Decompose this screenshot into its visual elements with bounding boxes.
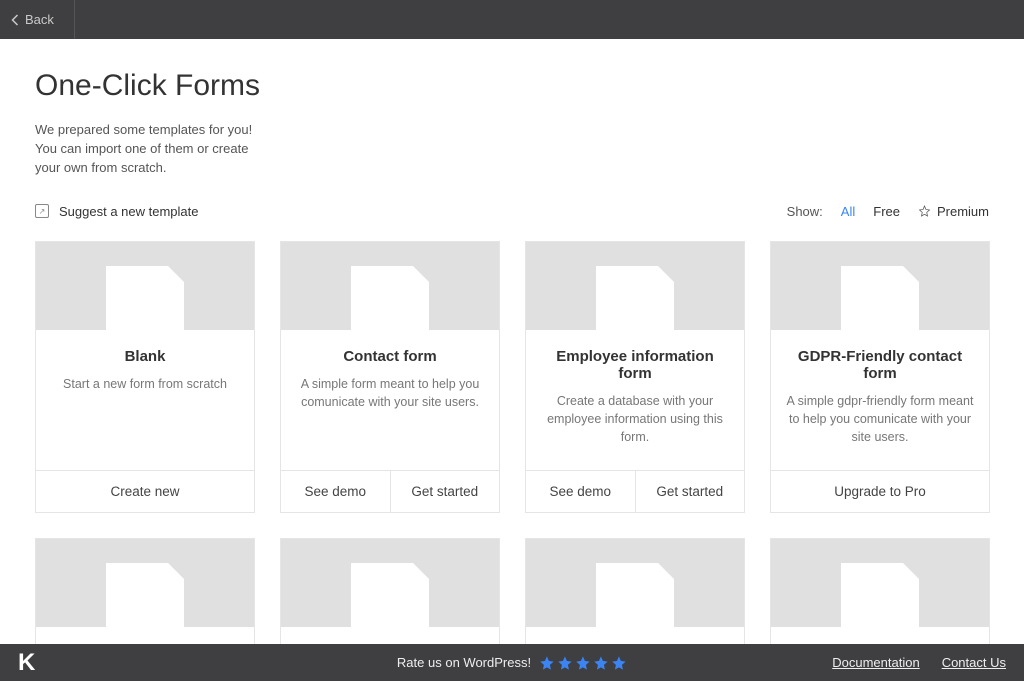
template-thumb — [36, 242, 254, 330]
star-icon — [539, 655, 555, 671]
page-intro: We prepared some templates for you! You … — [35, 121, 275, 178]
template-grid: Blank Start a new form from scratch Crea… — [35, 241, 989, 644]
template-desc: A simple gdpr-friendly form meant to hel… — [785, 392, 975, 446]
page-title: One-Click Forms — [35, 69, 989, 103]
get-started-button[interactable]: Get started — [390, 471, 500, 512]
suggest-template-link[interactable]: ↗ Suggest a new template — [35, 204, 198, 219]
template-thumb — [771, 539, 989, 627]
template-thumb — [281, 539, 499, 627]
star-icon — [557, 655, 573, 671]
get-started-button[interactable]: Get started — [635, 471, 745, 512]
template-title: Contact form — [295, 348, 485, 365]
contact-us-link[interactable]: Contact Us — [942, 655, 1006, 670]
create-new-button[interactable]: Create new — [36, 471, 254, 512]
template-body: Blank Start a new form from scratch — [36, 330, 254, 470]
star-icon — [593, 655, 609, 671]
template-body: Employee information form Create a datab… — [526, 330, 744, 470]
filter-show-label: Show: — [787, 204, 823, 219]
suggest-icon: ↗ — [35, 204, 49, 218]
template-body: GDPR-Friendly contact form A simple gdpr… — [771, 330, 989, 470]
template-card-employee: Employee information form Create a datab… — [525, 241, 745, 513]
template-body: Job application — [771, 627, 989, 644]
filter-bar: Show: All Free Premium — [787, 204, 989, 219]
upgrade-pro-button[interactable]: Upgrade to Pro — [771, 471, 989, 512]
template-card-blank: Blank Start a new form from scratch Crea… — [35, 241, 255, 513]
template-thumb — [526, 539, 744, 627]
template-card-job: Job application — [770, 538, 990, 644]
document-icon — [841, 266, 919, 330]
brand-logo: K — [18, 649, 33, 677]
template-actions: See demo Get started — [526, 470, 744, 512]
template-actions: Create new — [36, 470, 254, 512]
template-thumb — [281, 242, 499, 330]
chevron-left-icon — [10, 14, 19, 26]
template-card-art: Art contest — [525, 538, 745, 644]
filter-premium[interactable]: Premium — [918, 204, 989, 219]
documentation-link[interactable]: Documentation — [832, 655, 919, 670]
filter-all[interactable]: All — [841, 204, 855, 219]
template-title: GDPR-Friendly contact form — [785, 348, 975, 382]
see-demo-button[interactable]: See demo — [526, 471, 635, 512]
template-title: Employee information form — [540, 348, 730, 382]
rate-us[interactable]: Rate us on WordPress! — [397, 655, 627, 671]
star-icon — [575, 655, 591, 671]
template-desc: A simple form meant to help you comunica… — [295, 375, 485, 411]
toolbar: ↗ Suggest a new template Show: All Free … — [35, 204, 989, 219]
template-thumb — [771, 242, 989, 330]
template-body: Appointment form — [36, 627, 254, 644]
document-icon — [596, 266, 674, 330]
footer-bar: K Rate us on WordPress! Documentation Co… — [0, 644, 1024, 681]
template-thumb — [36, 539, 254, 627]
template-title: Blank — [50, 348, 240, 365]
rate-label: Rate us on WordPress! — [397, 655, 531, 670]
star-icon — [611, 655, 627, 671]
document-icon — [106, 266, 184, 330]
document-icon — [351, 266, 429, 330]
template-desc: Create a database with your employee inf… — [540, 392, 730, 446]
template-actions: See demo Get started — [281, 470, 499, 512]
document-icon — [351, 563, 429, 627]
filter-free[interactable]: Free — [873, 204, 900, 219]
document-icon — [596, 563, 674, 627]
see-demo-button[interactable]: See demo — [281, 471, 390, 512]
document-icon — [841, 563, 919, 627]
template-body: Art contest — [526, 627, 744, 644]
template-card-contact: Contact form A simple form meant to help… — [280, 241, 500, 513]
template-body: Customer feedback form — [281, 627, 499, 644]
template-card-appointment: Appointment form — [35, 538, 255, 644]
content-area: One-Click Forms We prepared some templat… — [0, 39, 1024, 644]
filter-premium-label: Premium — [937, 204, 989, 219]
template-thumb — [526, 242, 744, 330]
suggest-label: Suggest a new template — [59, 204, 198, 219]
star-icon — [918, 205, 931, 217]
template-card-gdpr: GDPR-Friendly contact form A simple gdpr… — [770, 241, 990, 513]
template-desc: Start a new form from scratch — [50, 375, 240, 393]
top-bar: Back — [0, 0, 1024, 39]
template-card-feedback: Customer feedback form — [280, 538, 500, 644]
back-label: Back — [25, 12, 54, 27]
document-icon — [106, 563, 184, 627]
star-rating — [539, 655, 627, 671]
template-body: Contact form A simple form meant to help… — [281, 330, 499, 470]
template-actions: Upgrade to Pro — [771, 470, 989, 512]
footer-links: Documentation Contact Us — [832, 655, 1006, 670]
back-button[interactable]: Back — [10, 0, 75, 39]
